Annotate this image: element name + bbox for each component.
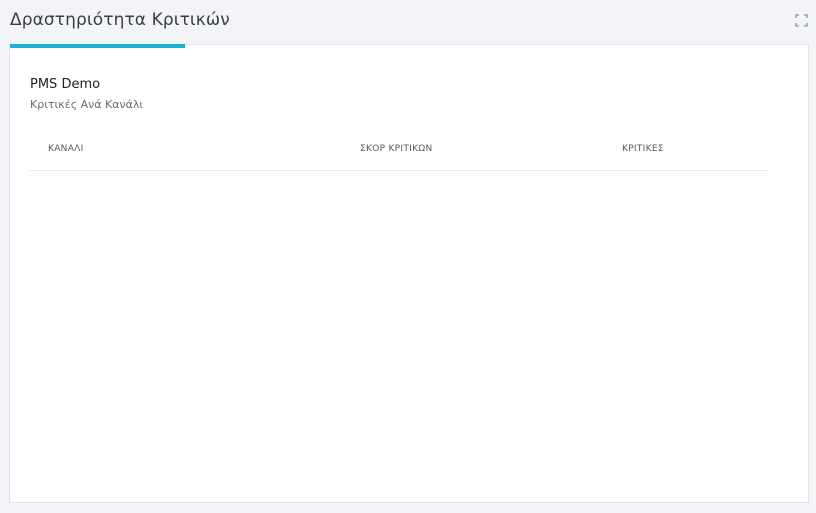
property-name: PMS Demo [30,77,101,92]
reviews-table-header: ΚΑΝΑΛΙ ΣΚΟΡ ΚΡΙΤΙΚΩΝ ΚΡΙΤΙΚΕΣ [30,136,768,171]
column-header-channel[interactable]: ΚΑΝΑΛΙ [48,144,84,154]
expand-icon[interactable] [795,14,808,27]
widget-title: Δραστηριότητα Κριτικών [10,10,230,30]
column-header-review-score[interactable]: ΣΚΟΡ ΚΡΙΤΙΚΩΝ [360,144,433,154]
widget-body: PMS Demo Κριτικές Ανά Κανάλι ΚΑΝΑΛΙ ΣΚΟΡ… [9,44,809,503]
title-underline [10,44,185,48]
widget-header: Δραστηριότητα Κριτικών [0,0,816,45]
panel-subtitle: Κριτικές Ανά Κανάλι [30,98,144,111]
column-header-reviews[interactable]: ΚΡΙΤΙΚΕΣ [622,144,664,154]
